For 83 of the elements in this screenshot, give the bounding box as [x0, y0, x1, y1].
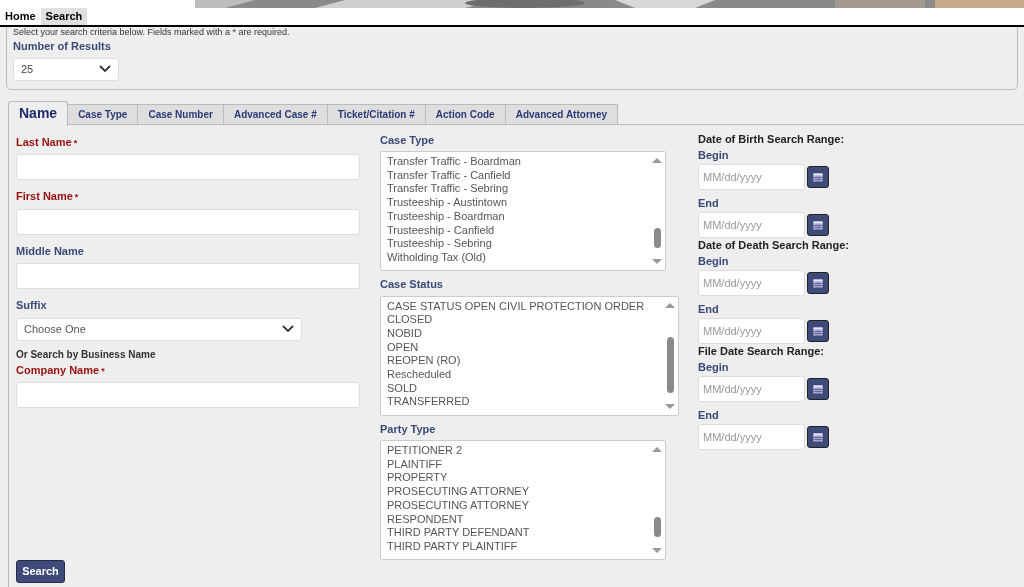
- date-field[interactable]: MM/dd/yyyy: [698, 211, 805, 238]
- suffix-select[interactable]: Choose One: [16, 317, 302, 341]
- calendar-button[interactable]: [807, 165, 829, 188]
- list-option[interactable]: PLAINTIFF: [387, 457, 649, 472]
- field-label: Suffix: [16, 298, 48, 313]
- chevron-down-icon: [282, 325, 294, 333]
- calendar-button[interactable]: [807, 271, 829, 294]
- text-field[interactable]: [16, 382, 360, 408]
- list-option[interactable]: Rescheduled: [387, 368, 662, 382]
- list-option[interactable]: NOBID: [387, 326, 662, 341]
- list-option[interactable]: CLOSED: [387, 313, 662, 327]
- text-field[interactable]: [16, 154, 360, 180]
- nav-link[interactable]: Home: [0, 8, 41, 25]
- calendar-button[interactable]: [807, 319, 829, 342]
- tab[interactable]: Case Type: [68, 103, 139, 125]
- list-option[interactable]: Trusteeship - Boardman: [387, 209, 649, 224]
- field-label: Case Type: [380, 132, 436, 148]
- list-option[interactable]: TRANSFERRED: [387, 395, 662, 410]
- text-field[interactable]: [16, 263, 360, 289]
- tab[interactable]: Ticket/Citation #: [327, 103, 426, 125]
- list-box[interactable]: Transfer Traffic - Boardman Transfer Traffic - Canfield Transfer Traffic - Sebring Trusteeship - Austintown Trusteeship - Boardman Trusteeship - Canfield Trusteeship - Sebring Witholding Tax (Old): [380, 151, 666, 271]
- calendar-icon: [813, 325, 823, 336]
- field-label: Number of Results: [13, 39, 112, 54]
- calendar-icon: [813, 383, 823, 394]
- calendar-icon: [813, 171, 823, 182]
- date-field[interactable]: MM/dd/yyyy: [698, 317, 805, 344]
- instructions-text: Select your search criteria below. Fields marked with a * are required.: [13, 27, 291, 37]
- tab[interactable]: Name: [8, 100, 69, 126]
- tab[interactable]: Case Number: [138, 103, 224, 125]
- list-option[interactable]: Transfer Traffic - Boardman: [387, 155, 649, 169]
- field-label: Begin: [698, 147, 730, 162]
- list-option[interactable]: Trusteeship - Canfield: [387, 223, 649, 238]
- calendar-icon: [813, 277, 823, 288]
- list-option[interactable]: Transfer Traffic - Canfield: [387, 168, 649, 183]
- nav-link[interactable]: Search: [40, 8, 88, 25]
- list-option[interactable]: Witholding Tax (Old): [387, 250, 649, 265]
- text-field[interactable]: [16, 208, 360, 235]
- list-option[interactable]: THIRD PARTY DEFENDANT: [387, 526, 649, 540]
- list-box[interactable]: PETITIONER 2 PLAINTIFF PROPERTY PROSECUTING ATTORNEY PROSECUTING ATTORNEY RESPONDENT THIRD PARTY DEFENDANT THIRD PARTY PLAINTIFF: [380, 440, 666, 560]
- date-field[interactable]: MM/dd/yyyy: [698, 375, 805, 402]
- list-option[interactable]: Trusteeship - Sebring: [387, 237, 649, 251]
- field-label: End: [698, 407, 720, 422]
- date-field[interactable]: MM/dd/yyyy: [698, 163, 805, 190]
- calendar-icon: [813, 431, 823, 442]
- list-option[interactable]: CASE STATUS OPEN CIVIL PROTECTION ORDER: [387, 299, 662, 314]
- field-label: End: [698, 301, 720, 316]
- field-label: Middle Name: [16, 243, 85, 259]
- field-label: Last Name *: [16, 134, 79, 150]
- list-option[interactable]: Transfer Traffic - Sebring: [387, 182, 649, 197]
- range-title: Date of Birth Search Range:: [698, 131, 846, 146]
- chevron-down-icon: [99, 65, 111, 73]
- date-field[interactable]: MM/dd/yyyy: [698, 269, 805, 296]
- tab[interactable]: Advanced Case #: [223, 103, 328, 125]
- tab[interactable]: Action Code: [425, 103, 506, 125]
- calendar-button[interactable]: [807, 377, 829, 400]
- field-label: Case Status: [380, 277, 444, 292]
- list-option[interactable]: OPEN: [387, 340, 662, 355]
- list-option[interactable]: RESPONDENT: [387, 512, 649, 527]
- search-button[interactable]: Search: [16, 560, 65, 583]
- list-option[interactable]: THIRD PARTY PLAINTIFF: [387, 539, 649, 554]
- date-field[interactable]: MM/dd/yyyy: [698, 423, 805, 450]
- field-label: Company Name *: [16, 362, 106, 378]
- business-name-note: Or Search by Business Name: [16, 347, 157, 362]
- range-title: Date of Death Search Range:: [698, 237, 849, 252]
- list-option[interactable]: PROSECUTING ATTORNEY: [387, 498, 649, 513]
- list-option[interactable]: SOLD: [387, 381, 662, 396]
- field-label: First Name *: [16, 189, 80, 204]
- list-option[interactable]: PROSECUTING ATTORNEY: [387, 485, 649, 499]
- calendar-icon: [813, 219, 823, 230]
- list-option[interactable]: PETITIONER 2: [387, 444, 649, 458]
- list-option[interactable]: Trusteeship - Austintown: [387, 196, 649, 210]
- field-label: Party Type: [380, 421, 437, 437]
- list-option[interactable]: REOPEN (RO): [387, 354, 662, 368]
- field-label: End: [698, 195, 720, 210]
- calendar-button[interactable]: [807, 425, 829, 448]
- calendar-button[interactable]: [807, 213, 829, 236]
- range-title: File Date Search Range:: [698, 343, 825, 358]
- field-label: Begin: [698, 359, 730, 374]
- tab[interactable]: Advanced Attorney: [505, 103, 618, 125]
- list-option[interactable]: PROPERTY: [387, 471, 649, 486]
- results-select[interactable]: 25: [13, 57, 119, 81]
- list-box[interactable]: CASE STATUS OPEN CIVIL PROTECTION ORDER CLOSED NOBID OPEN REOPEN (RO) Rescheduled SOLD TRANSFERRED: [380, 295, 679, 416]
- field-label: Begin: [698, 253, 730, 268]
